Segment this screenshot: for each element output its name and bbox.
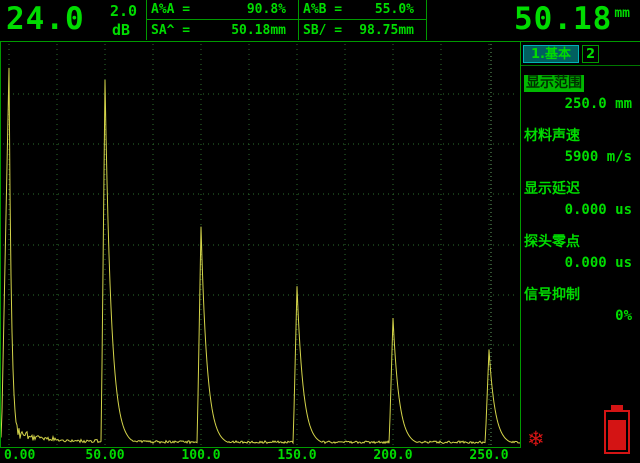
menu-item-label: 材料声速 <box>524 128 580 145</box>
x-axis-tick: 100.0 <box>181 448 220 463</box>
measurement-table: A%A = 90.8% A%B = 55.0% SA^ = 50.18mm SB… <box>146 0 426 40</box>
x-axis: 0.00 50.00 100.0 150.0 200.0 250.0 <box>0 448 521 462</box>
menu-item-display-delay[interactable]: 显示延迟 0.000 us <box>521 172 640 225</box>
battery-icon <box>604 410 630 454</box>
gain-step-value: 2.0 <box>110 2 137 20</box>
tab-basic[interactable]: 1.基本 <box>523 45 579 63</box>
measurement-value: 98.75mm <box>359 23 414 38</box>
menu-tabs: 1.基本 2 <box>521 42 640 66</box>
a-scan-display <box>0 41 521 448</box>
menu-item-material-velocity[interactable]: 材料声速 5900 m/s <box>521 119 640 172</box>
gain-unit-label: dB <box>112 21 130 39</box>
menu-item-label: 探头零点 <box>524 234 580 251</box>
menu-item-display-range[interactable]: 显示范围 250.0 mm <box>521 66 640 119</box>
gain-value: 24.0 <box>6 1 85 37</box>
x-axis-tick: 250.0 <box>469 448 508 463</box>
menu-item-label: 显示范围 <box>524 75 584 92</box>
x-axis-tick: 150.0 <box>277 448 316 463</box>
x-axis-tick: 0.00 <box>4 448 35 463</box>
measurement-label: A%B = <box>303 2 342 17</box>
waveform-trace <box>1 68 520 444</box>
measurement-cell-sa: SA^ = 50.18mm <box>147 20 299 40</box>
depth-reading-unit: mm <box>614 6 630 21</box>
measurement-value: 90.8% <box>247 2 286 17</box>
menu-item-label: 显示延迟 <box>524 181 580 198</box>
menu-item-label: 信号抑制 <box>524 287 580 304</box>
measurement-label: A%A = <box>151 2 190 17</box>
battery-cap <box>611 405 623 410</box>
measurement-cell-sb: SB/ = 98.75mm <box>299 20 427 40</box>
menu-item-value: 0% <box>524 308 636 324</box>
x-axis-tick: 200.0 <box>373 448 412 463</box>
measurement-label: SA^ = <box>151 23 190 38</box>
measurement-value: 55.0% <box>375 2 414 17</box>
menu-item-value: 0.000 us <box>524 255 636 271</box>
depth-reading: 50.18 mm <box>514 1 630 37</box>
x-axis-tick: 50.00 <box>85 448 124 463</box>
tab-page-2[interactable]: 2 <box>582 45 599 63</box>
menu-item-probe-zero[interactable]: 探头零点 0.000 us <box>521 225 640 278</box>
menu-item-value: 5900 m/s <box>524 149 636 165</box>
menu-item-value: 0.000 us <box>524 202 636 218</box>
sidebar-menu: 1.基本 2 显示范围 250.0 mm 材料声速 5900 m/s 显示延迟 … <box>521 41 640 462</box>
freeze-icon: ❄ <box>527 429 545 450</box>
measurement-cell-apb: A%B = 55.0% <box>299 0 427 20</box>
waveform-svg <box>1 42 520 447</box>
measurement-cell-apa: A%A = 90.8% <box>147 0 299 20</box>
top-status-bar: 24.0 2.0 dB A%A = 90.8% A%B = 55.0% SA^ … <box>0 0 640 41</box>
menu-item-reject[interactable]: 信号抑制 0% <box>521 278 640 331</box>
measurement-value: 50.18mm <box>231 23 286 38</box>
battery-fill <box>608 420 626 450</box>
menu-item-value: 250.0 mm <box>524 96 636 112</box>
measurement-label: SB/ = <box>303 23 342 38</box>
depth-reading-value: 50.18 <box>514 1 612 37</box>
